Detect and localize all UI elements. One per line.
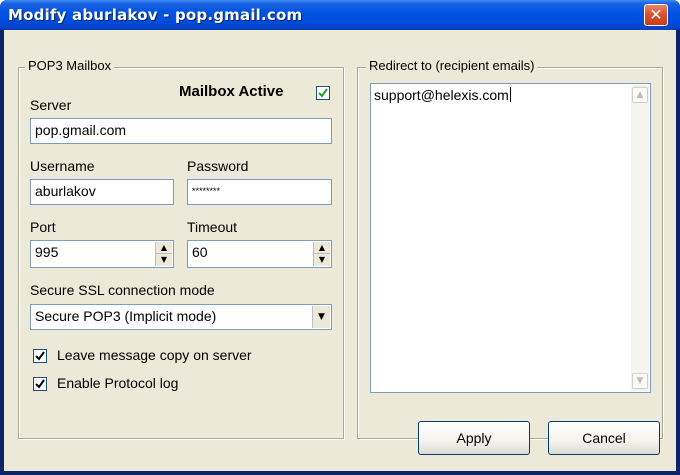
port-spinner[interactable]: 995 ▲ ▼	[30, 240, 174, 268]
chevron-down-icon[interactable]: ▼	[312, 306, 330, 328]
leave-copy-label: Leave message copy on server	[57, 347, 252, 363]
cancel-button[interactable]: Cancel	[548, 421, 660, 455]
ssl-mode-label: Secure SSL connection mode	[30, 282, 215, 298]
spin-down-icon[interactable]: ▼	[156, 254, 172, 266]
redirect-emails-textarea[interactable]: support@helexis.com ▲ ▼	[370, 83, 651, 393]
cancel-button-label: Cancel	[582, 430, 626, 446]
protocol-log-checkbox[interactable]	[33, 377, 47, 391]
dialog-body: POP3 Mailbox Mailbox Active Server pop.g…	[4, 30, 676, 471]
leave-copy-checkbox[interactable]	[33, 349, 47, 363]
close-icon: ✕	[649, 5, 663, 24]
title-bar[interactable]: Modify aburlakov - pop.gmail.com ✕	[0, 0, 680, 30]
redirect-scrollbar[interactable]: ▲ ▼	[631, 85, 649, 391]
timeout-spin-buttons[interactable]: ▲ ▼	[313, 242, 330, 266]
scroll-down-icon[interactable]: ▼	[632, 373, 648, 389]
spin-up-icon[interactable]: ▲	[314, 242, 330, 254]
mailbox-active-label: Mailbox Active	[179, 83, 284, 100]
timeout-value: 60	[192, 244, 208, 260]
spin-up-icon[interactable]: ▲	[156, 242, 172, 254]
checkmark-icon	[35, 351, 45, 361]
apply-button[interactable]: Apply	[418, 421, 530, 455]
close-button[interactable]: ✕	[644, 4, 668, 26]
ssl-mode-select[interactable]: Secure POP3 (Implicit mode) ▼	[30, 304, 332, 330]
spin-down-icon[interactable]: ▼	[314, 254, 330, 266]
dialog-window: Modify aburlakov - pop.gmail.com ✕ POP3 …	[0, 0, 680, 475]
redirect-legend: Redirect to (recipient emails)	[366, 58, 538, 73]
checkmark-icon	[35, 379, 45, 389]
scroll-up-icon[interactable]: ▲	[632, 87, 648, 103]
window-title: Modify aburlakov - pop.gmail.com	[8, 6, 303, 24]
server-label: Server	[30, 97, 72, 113]
text-caret	[509, 87, 511, 102]
mailbox-active-checkbox[interactable]	[316, 86, 330, 100]
timeout-label: Timeout	[187, 219, 238, 235]
port-label: Port	[30, 219, 56, 235]
redirect-emails-value: support@helexis.com	[374, 87, 509, 103]
port-value: 995	[35, 244, 59, 260]
pop3-mailbox-legend: POP3 Mailbox	[25, 58, 115, 73]
protocol-log-label: Enable Protocol log	[57, 375, 179, 391]
checkmark-icon	[318, 88, 328, 98]
password-label: Password	[187, 158, 249, 174]
server-input[interactable]: pop.gmail.com	[30, 118, 332, 144]
ssl-mode-value: Secure POP3 (Implicit mode)	[35, 308, 217, 324]
timeout-spinner[interactable]: 60 ▲ ▼	[187, 240, 332, 268]
port-spin-buttons[interactable]: ▲ ▼	[155, 242, 172, 266]
password-input[interactable]: ********	[187, 179, 332, 205]
apply-button-label: Apply	[456, 430, 492, 446]
username-input[interactable]: aburlakov	[30, 179, 174, 205]
username-label: Username	[30, 158, 95, 174]
